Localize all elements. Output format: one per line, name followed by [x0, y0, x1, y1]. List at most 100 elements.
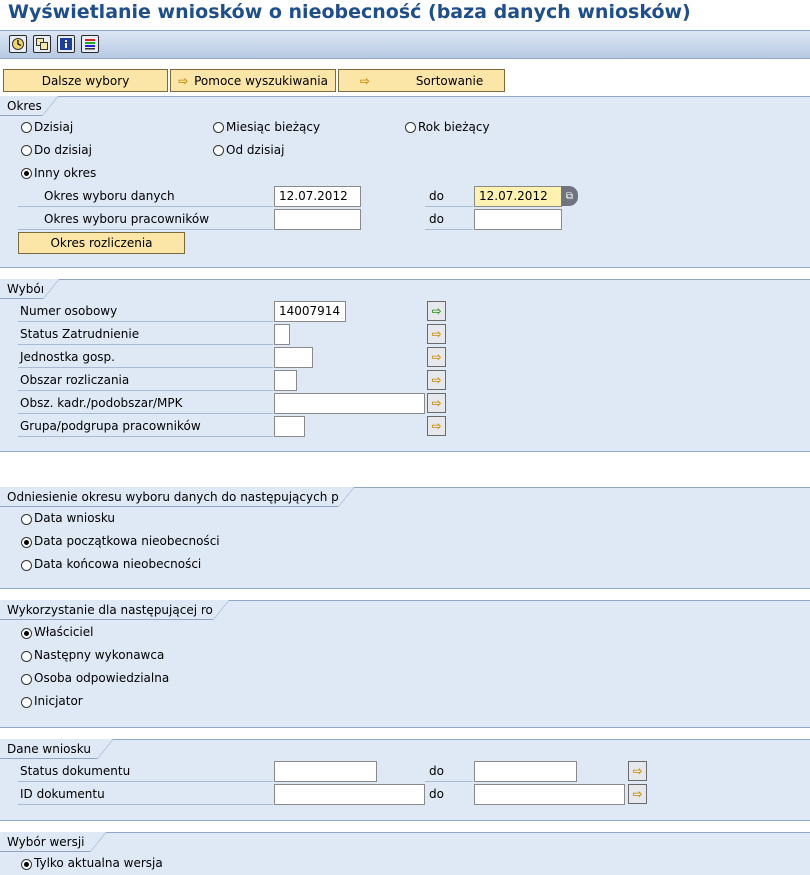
multiple-selection-button[interactable]: ⇨: [628, 784, 647, 804]
radio-responsible-person[interactable]: [21, 674, 32, 685]
further-selections-label: Dalsze wybory: [41, 73, 130, 88]
to-label: do: [429, 212, 444, 226]
multiple-selection-button[interactable]: ⇨: [628, 761, 647, 781]
radio-absence-start-date-label: Data początkowa nieobecności: [34, 534, 220, 548]
radio-current-year[interactable]: [405, 122, 416, 133]
row-divider: [425, 206, 473, 207]
radio-responsible-person-label: Osoba odpowiedzialna: [34, 671, 170, 685]
radio-current-month-label: Miesiąc bieżący: [226, 120, 321, 134]
multiple-selection-button[interactable]: ⇨: [427, 416, 446, 436]
layout-icon[interactable]: [81, 35, 99, 53]
data-period-label: Okres wyboru danych: [44, 189, 175, 203]
settlement-period-button[interactable]: Okres rozliczenia: [18, 232, 185, 254]
row-divider: [18, 390, 273, 391]
document-id-label: ID dokumentu: [20, 787, 105, 801]
tab-edge: [42, 96, 58, 116]
document-id-from-field[interactable]: [274, 784, 425, 805]
personnel-number-label: Numer osobowy: [20, 304, 118, 318]
further-selections-button[interactable]: Dalsze wybory: [3, 69, 168, 92]
payroll-area-label: Obszar rozliczania: [20, 373, 130, 387]
row-divider: [18, 413, 273, 414]
radio-initiator[interactable]: [21, 697, 32, 708]
personnel-area-field[interactable]: [274, 393, 425, 414]
sort-label: Sortowanie: [415, 73, 484, 88]
row-divider: [18, 804, 273, 805]
radio-from-today[interactable]: [213, 145, 224, 156]
multiple-selection-button[interactable]: ⇨: [427, 324, 446, 344]
radio-initiator-label: Inicjator: [34, 694, 83, 708]
employee-period-from-field[interactable]: [274, 209, 361, 230]
radio-other-period[interactable]: [21, 168, 32, 179]
document-id-to-field[interactable]: [474, 784, 625, 805]
radio-current-version-only[interactable]: [21, 859, 32, 870]
radio-request-date[interactable]: [21, 514, 32, 525]
radio-from-today-label: Od dzisiaj: [226, 143, 285, 157]
radio-absence-end-date-label: Data końcowa nieobecności: [34, 557, 202, 571]
radio-up-to-today-label: Do dzisiaj: [34, 143, 92, 157]
search-help-button[interactable]: ⇨ Pomoce wyszukiwania: [170, 69, 336, 92]
employee-group-field[interactable]: [274, 416, 305, 437]
radio-current-version-only-label: Tylko aktualna wersja: [34, 856, 163, 870]
wersja-title: Wybór wersji: [0, 832, 90, 852]
dane-section: [0, 739, 810, 821]
multiple-selection-active-button[interactable]: ⇨: [427, 301, 446, 321]
okres-title: Okres: [0, 96, 42, 116]
data-period-from-field[interactable]: 12.07.2012: [274, 186, 361, 207]
payroll-area-field[interactable]: [274, 370, 297, 391]
data-period-to-field[interactable]: 12.07.2012: [474, 186, 562, 207]
radio-request-date-label: Data wniosku: [34, 511, 115, 525]
radio-owner-label: Właściciel: [34, 625, 94, 639]
search-help-label: Pomoce wyszukiwania: [194, 73, 328, 88]
radio-next-processor[interactable]: [21, 651, 32, 662]
multiple-selection-button[interactable]: ⇨: [427, 347, 446, 367]
document-status-from-field[interactable]: [274, 761, 377, 782]
company-code-label: Jednostka gosp.: [20, 350, 115, 364]
odniesienie-title: Odniesienie okresu wyboru danych do nast…: [0, 487, 349, 507]
radio-current-month[interactable]: [213, 122, 224, 133]
copy-icon[interactable]: [33, 35, 51, 53]
rola-title: Wykorzystanie dla następującej roli: [0, 600, 220, 620]
page-title: Wyświetlanie wniosków o nieobecność (baz…: [8, 1, 691, 23]
row-divider: [425, 781, 473, 782]
tab-edge: [90, 832, 106, 852]
row-divider: [18, 344, 273, 345]
employee-group-label: Grupa/podgrupa pracowników: [20, 419, 201, 433]
sort-button[interactable]: ⇨ Sortowanie: [338, 69, 505, 92]
application-toolbar: [0, 30, 810, 59]
multiple-selection-button[interactable]: ⇨: [427, 370, 446, 390]
multiple-selection-icon[interactable]: ⧉: [561, 186, 578, 206]
to-label: do: [429, 189, 444, 203]
personnel-number-field[interactable]: 14007914: [274, 301, 346, 322]
radio-absence-start-date[interactable]: [21, 537, 32, 548]
radio-other-period-label: Inny okres: [34, 166, 97, 180]
company-code-field[interactable]: [274, 347, 313, 368]
tab-edge: [338, 487, 354, 507]
personnel-area-label: Obsz. kadr./podobszar/MPK: [20, 396, 183, 410]
tab-edge: [43, 279, 59, 299]
row-divider: [18, 206, 273, 207]
to-label: do: [429, 764, 444, 778]
employee-period-to-field[interactable]: [474, 209, 562, 230]
row-divider: [18, 781, 273, 782]
document-status-to-field[interactable]: [474, 761, 577, 782]
arrow-right-icon: ⇨: [178, 73, 189, 88]
settlement-period-label: Okres rozliczenia: [50, 236, 153, 250]
wybor-title: Wybór: [0, 279, 46, 299]
radio-today[interactable]: [21, 122, 32, 133]
execute-icon[interactable]: [9, 35, 27, 53]
radio-absence-end-date[interactable]: [21, 560, 32, 571]
info-icon[interactable]: [57, 35, 75, 53]
radio-up-to-today[interactable]: [21, 145, 32, 156]
document-status-label: Status dokumentu: [20, 764, 131, 778]
row-divider: [18, 229, 273, 230]
radio-next-processor-label: Następny wykonawca: [34, 648, 165, 662]
row-divider: [425, 229, 473, 230]
employment-status-label: Status Zatrudnienie: [20, 327, 140, 341]
tab-edge: [213, 600, 229, 620]
row-divider: [18, 436, 273, 437]
arrow-right-icon: ⇨: [359, 73, 370, 88]
multiple-selection-button[interactable]: ⇨: [427, 393, 446, 413]
radio-owner[interactable]: [21, 628, 32, 639]
employment-status-field[interactable]: [274, 324, 290, 345]
row-divider: [18, 367, 273, 368]
